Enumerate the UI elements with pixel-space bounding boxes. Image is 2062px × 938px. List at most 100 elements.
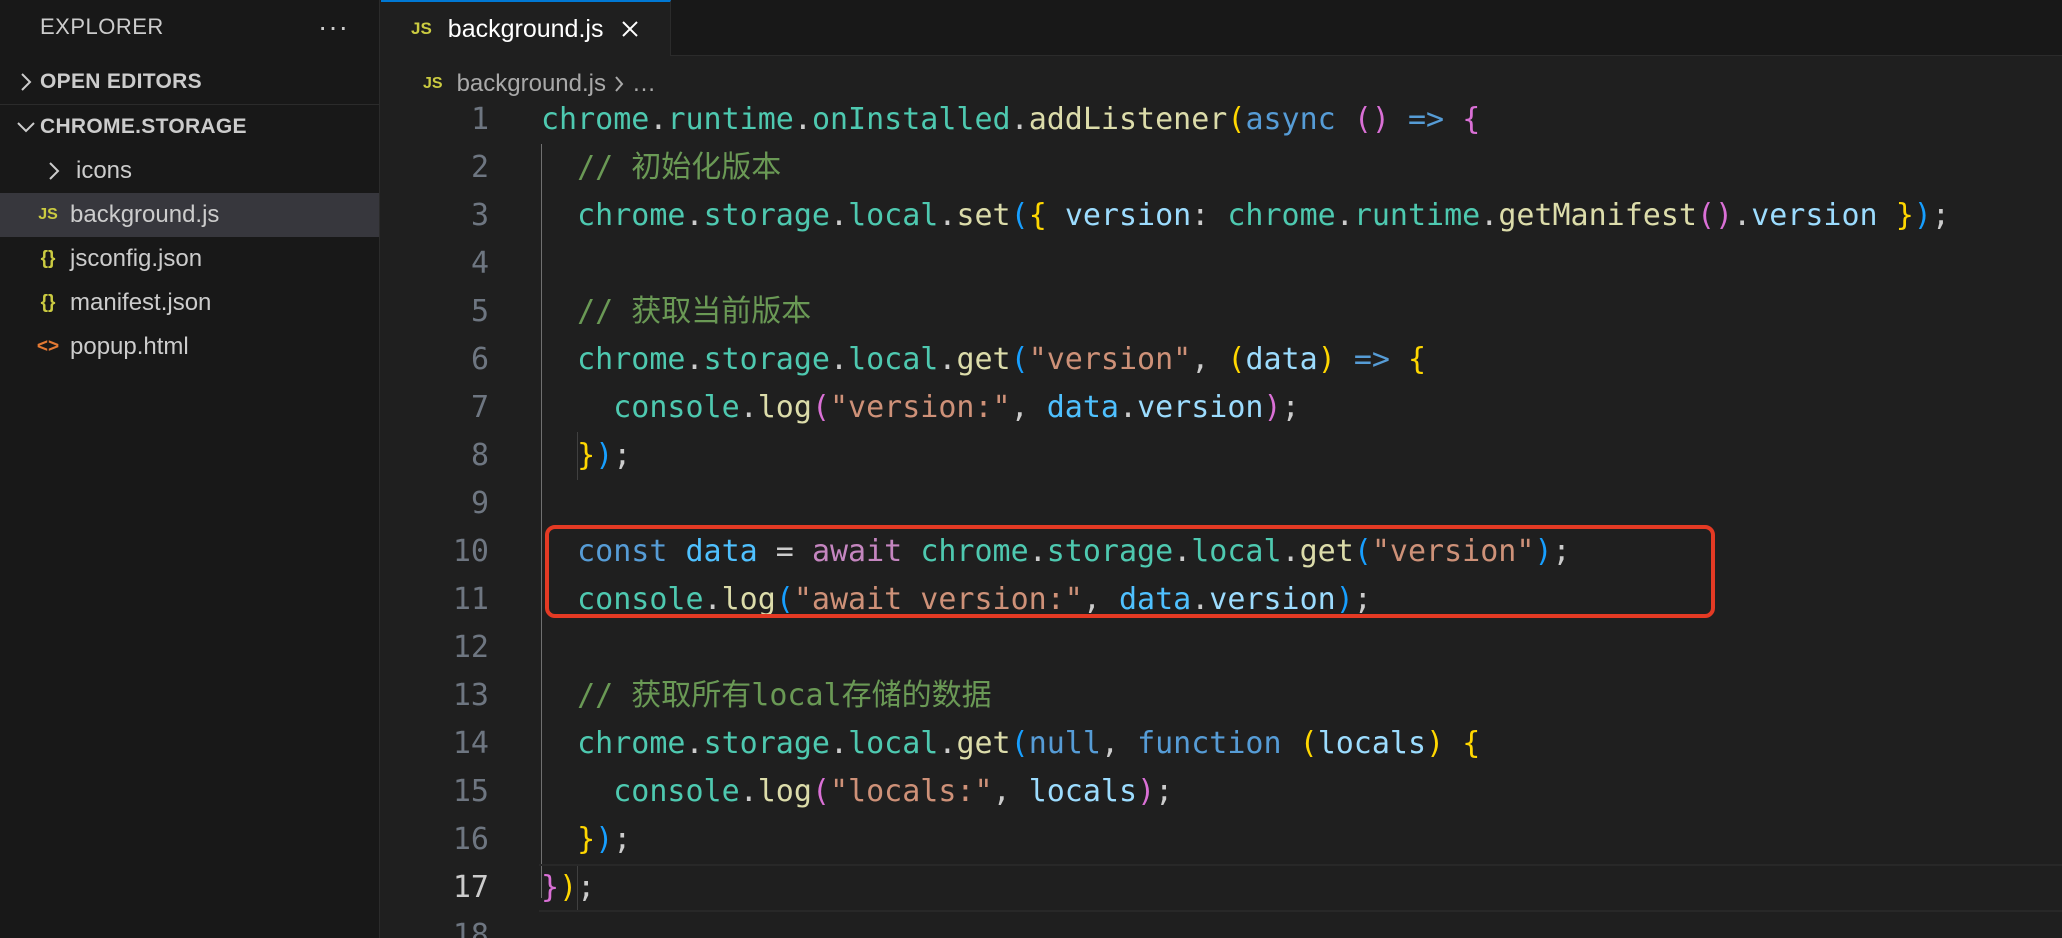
breadcrumb-symbol[interactable]: …: [632, 70, 656, 98]
highlight-box: [545, 525, 1715, 618]
code-token: "locals:": [830, 774, 993, 809]
code-line[interactable]: 18: [381, 912, 2062, 938]
code-token: storage: [703, 198, 830, 233]
chevron-right-icon: [40, 161, 68, 181]
code-token: chrome: [577, 726, 686, 761]
code-token: .: [1480, 198, 1499, 233]
tree-item-background-js[interactable]: JS background.js: [0, 193, 379, 237]
code-token: ): [1426, 726, 1445, 761]
code-token: }: [577, 822, 596, 857]
code-token: ): [1137, 774, 1156, 809]
code-line[interactable]: 14 chrome.storage.local.get(null, functi…: [381, 720, 2062, 768]
code-token: ): [1317, 342, 1336, 377]
line-number: 3: [470, 198, 489, 233]
tree-item-manifest-json[interactable]: {} manifest.json: [0, 281, 379, 325]
code-token: (: [811, 774, 830, 809]
more-actions-icon[interactable]: ···: [318, 11, 349, 43]
code-token: =>: [1408, 102, 1445, 137]
line-number: 2: [470, 150, 489, 185]
code-line[interactable]: 16 });: [381, 816, 2062, 864]
code-token: .: [649, 102, 668, 137]
html-file-icon: <>: [36, 336, 60, 357]
code-token: local: [848, 342, 939, 377]
tree-item-icons-folder[interactable]: icons: [0, 149, 379, 193]
code-token: ): [559, 870, 578, 905]
line-number: 5: [470, 294, 489, 329]
code-token: ,: [1191, 342, 1228, 377]
code-token: locals: [1028, 774, 1138, 809]
tree-item-jsconfig-json[interactable]: {} jsconfig.json: [0, 237, 379, 281]
code-token: onInstalled: [811, 102, 1011, 137]
code-token: ): [1263, 390, 1282, 425]
code-line[interactable]: 3 chrome.storage.local.set({ version: ch…: [381, 192, 2062, 240]
project-label: CHROME.STORAGE: [40, 115, 247, 138]
tab-background-js[interactable]: JS background.js: [381, 0, 671, 56]
code-line[interactable]: 7 console.log("version:", data.version);: [381, 384, 2062, 432]
code-line[interactable]: 1 chrome.runtime.onInstalled.addListener(…: [381, 96, 2062, 144]
code-token: .: [830, 726, 849, 761]
code-line[interactable]: 8 });: [381, 432, 2062, 480]
code-token: // 获取所有local存储的数据: [577, 678, 992, 713]
code-token: ,: [1010, 390, 1047, 425]
line-number: 7: [470, 390, 489, 425]
code-token: function: [1137, 726, 1282, 761]
tree-item-label: popup.html: [70, 333, 189, 360]
line-number: 1: [470, 102, 489, 137]
chevron-down-icon: [12, 120, 40, 134]
code-line[interactable]: 5 // 获取当前版本: [381, 288, 2062, 336]
code-line[interactable]: 15 console.log("locals:", locals);: [381, 768, 2062, 816]
code-line[interactable]: 2 // 初始化版本: [381, 144, 2062, 192]
code-token: .: [685, 198, 704, 233]
code-token: log: [757, 390, 812, 425]
code-token: storage: [703, 726, 830, 761]
js-file-icon: JS: [38, 206, 58, 223]
line-content: chrome.storage.local.set({ version: chro…: [541, 192, 1950, 240]
code-token: {: [1462, 726, 1481, 761]
line-number: 18: [452, 918, 489, 938]
code-token: // 初始化版本: [577, 150, 782, 185]
code-editor[interactable]: 1 chrome.runtime.onInstalled.addListener(…: [381, 102, 2062, 938]
project-section[interactable]: CHROME.STORAGE: [0, 105, 379, 149]
js-file-icon: JS: [411, 19, 432, 38]
line-content: console.log("locals:", locals);: [541, 768, 1173, 816]
code-token: (: [1010, 342, 1029, 377]
open-editors-section[interactable]: OPEN EDITORS: [0, 60, 379, 104]
tree-item-popup-html[interactable]: <> popup.html: [0, 325, 379, 369]
code-line[interactable]: 9: [381, 480, 2062, 528]
code-token: (): [1353, 102, 1390, 137]
line-number: 17: [452, 870, 489, 905]
code-token: chrome: [541, 102, 650, 137]
code-token: null: [1028, 726, 1101, 761]
line-number: 15: [452, 774, 489, 809]
line-number: 16: [452, 822, 489, 857]
code-token: (: [1227, 342, 1246, 377]
code-token: (): [1697, 198, 1734, 233]
code-line[interactable]: 6 chrome.storage.local.get("version", (d…: [381, 336, 2062, 384]
code-line[interactable]: 13 // 获取所有local存储的数据: [381, 672, 2062, 720]
code-line[interactable]: 4: [381, 240, 2062, 288]
line-number: 14: [452, 726, 489, 761]
code-token: runtime: [1353, 198, 1481, 233]
close-icon[interactable]: [621, 20, 639, 38]
code-token: ;: [613, 822, 632, 857]
code-token: data: [1245, 342, 1318, 377]
code-line[interactable]: 12: [381, 624, 2062, 672]
line-content: });: [541, 432, 631, 480]
code-token: .: [1119, 390, 1138, 425]
code-line[interactable]: 17});: [381, 864, 2062, 912]
breadcrumb-file[interactable]: background.js: [457, 70, 606, 98]
code-token: version: [1064, 198, 1192, 233]
code-token: storage: [703, 342, 830, 377]
code-token: get: [956, 342, 1011, 377]
tree-item-label: jsconfig.json: [70, 245, 203, 272]
